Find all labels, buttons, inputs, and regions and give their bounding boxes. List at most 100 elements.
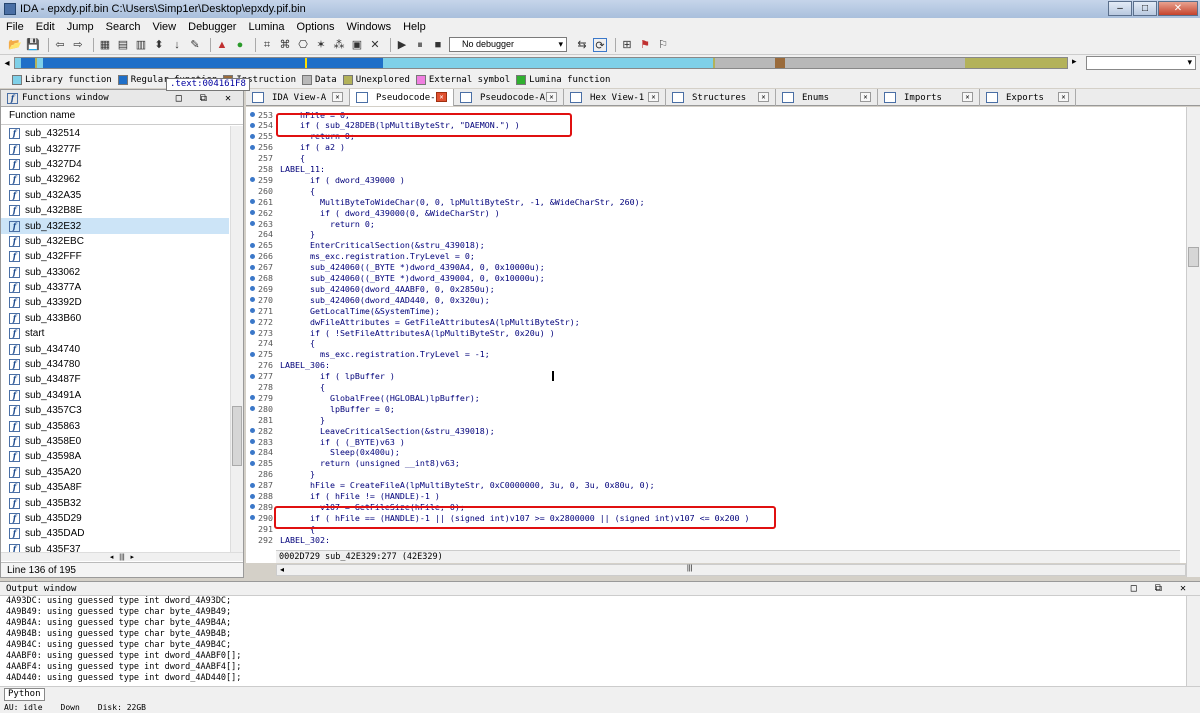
code-line[interactable]: 276 LABEL_306: [246, 360, 330, 371]
code-text[interactable]: if ( (_BYTE)v63 ) [280, 437, 405, 447]
code-text[interactable]: if ( !SetFileAttributesA(lpMultiByteStr,… [280, 328, 555, 338]
tab-close-icon[interactable]: ✕ [546, 92, 557, 102]
code-line[interactable]: 286 } [246, 469, 315, 480]
hex-icon[interactable]: ▥ [134, 38, 148, 52]
breakpoint-dot-icon[interactable] [250, 428, 255, 434]
code-text[interactable]: return (unsigned __int8)v63; [280, 458, 460, 468]
function-list-item[interactable]: f sub_435A8F [1, 480, 229, 495]
breakpoint-dot-icon[interactable] [250, 112, 255, 117]
code-text[interactable]: { [280, 153, 305, 163]
code-line[interactable]: 263 return 0; [246, 218, 375, 229]
code-line[interactable]: 285 return (unsigned __int8)v63; [246, 458, 460, 469]
function-list-item[interactable]: f sub_435863 [1, 418, 229, 433]
code-text[interactable]: GlobalFree((HGLOBAL)lpBuffer); [280, 393, 480, 403]
close-button[interactable]: ✕ [1158, 1, 1198, 16]
breakpoint-dot-icon[interactable] [250, 308, 255, 314]
code-line[interactable]: 260 { [246, 185, 315, 196]
tab-close-icon[interactable]: ✕ [436, 92, 447, 102]
code-text[interactable]: LABEL_302: [280, 535, 330, 545]
play-icon[interactable]: ▶ [395, 38, 409, 52]
save-icon[interactable]: 💾 [26, 38, 40, 52]
tab-structures[interactable]: Structures ✕ [666, 89, 776, 106]
function-list-scrollbar[interactable] [230, 126, 243, 556]
pseudocode-view[interactable]: 253 hFile = 0; 254 if ( sub_428DEB(lpMult… [246, 107, 1186, 563]
menu-windows[interactable]: Windows [346, 21, 391, 33]
function-list-item[interactable]: f sub_432962 [1, 172, 229, 187]
navigation-strip[interactable] [14, 57, 1068, 69]
code-text[interactable]: if ( a2 ) [280, 142, 345, 152]
code-text[interactable]: if ( lpBuffer ) [280, 371, 395, 381]
nav-right-icon[interactable]: ▸ [1072, 56, 1082, 67]
menu-file[interactable]: File [6, 21, 24, 33]
code-text[interactable]: ms_exc.registration.TryLevel = 0; [280, 251, 475, 261]
code-line[interactable]: 256 if ( a2 ) [246, 142, 345, 153]
function-list-item[interactable]: f sub_434780 [1, 357, 229, 372]
star-icon[interactable]: ✶ [314, 38, 328, 52]
flag-icon[interactable]: ⚐ [656, 38, 670, 52]
function-list-item[interactable]: f sub_434740 [1, 341, 229, 356]
breakpoint-dot-icon[interactable] [250, 351, 255, 357]
code-text[interactable]: lpBuffer = 0; [280, 404, 395, 414]
code-text[interactable]: { [280, 382, 325, 392]
breakpoint-dot-icon[interactable] [250, 482, 255, 488]
stop-icon[interactable]: ■ [431, 38, 445, 52]
code-text[interactable]: } [280, 415, 325, 425]
function-list-item[interactable]: f start [1, 326, 229, 341]
mark-icon[interactable]: ✎ [188, 38, 202, 52]
code-text[interactable]: LABEL_11: [280, 164, 325, 174]
code-line[interactable]: 279 GlobalFree((HGLOBAL)lpBuffer); [246, 392, 480, 403]
code-text[interactable]: MultiByteToWideChar(0, 0, lpMultiByteStr… [280, 197, 645, 207]
breakpoint-dot-icon[interactable] [250, 297, 255, 303]
code-line[interactable]: 282 LeaveCriticalSection(&stru_439018); [246, 425, 495, 436]
code-line[interactable]: 265 EnterCriticalSection(&stru_439018); [246, 240, 485, 251]
function-list-item[interactable]: f sub_43491A [1, 388, 229, 403]
tab-imports[interactable]: Imports ✕ [878, 89, 980, 106]
code-line[interactable]: 258 LABEL_11: [246, 164, 325, 175]
debugger-select[interactable]: No debugger [449, 37, 567, 52]
tab-close-icon[interactable]: ✕ [962, 92, 973, 102]
function-list-item[interactable]: f sub_435D29 [1, 511, 229, 526]
tab-close-icon[interactable]: ✕ [860, 92, 871, 102]
breakpoint-dot-icon[interactable] [250, 504, 255, 510]
code-line[interactable]: 269 sub_424060(dword_4AABF0, 0, 0x2850u)… [246, 283, 495, 294]
tab-hex-view-1[interactable]: Hex View-1 ✕ [564, 89, 666, 106]
function-list-item[interactable]: f sub_43487F [1, 372, 229, 387]
breakpoint-dot-icon[interactable] [250, 264, 255, 270]
jump-icon[interactable]: ⬍ [152, 38, 166, 52]
function-list-item[interactable]: f sub_4327D4 [1, 157, 229, 172]
function-list-item[interactable]: f sub_432FFF [1, 249, 229, 264]
step-icon[interactable]: ⇆ [575, 38, 589, 52]
code-line[interactable]: 275 ms_exc.registration.TryLevel = -1; [246, 349, 490, 360]
code-line[interactable]: 270 sub_424060(dword_4AD440, 0, 0x320u); [246, 294, 490, 305]
code-text[interactable]: LeaveCriticalSection(&stru_439018); [280, 426, 495, 436]
forward-arrow-icon[interactable]: ⇨ [71, 38, 85, 52]
code-line[interactable]: 283 if ( (_BYTE)v63 ) [246, 436, 405, 447]
code-text[interactable]: GetLocalTime(&SystemTime); [280, 306, 440, 316]
code-line[interactable]: 278 { [246, 382, 325, 393]
breakpoint-dot-icon[interactable] [250, 439, 255, 444]
function-list-item[interactable]: f sub_435B32 [1, 495, 229, 510]
code-line[interactable]: 274 { [246, 338, 315, 349]
function-list-item[interactable]: f sub_432E32 [1, 218, 229, 234]
code-text[interactable]: { [280, 186, 315, 196]
function-list-item[interactable]: f sub_43377A [1, 280, 229, 295]
function-list-item[interactable]: f sub_4358E0 [1, 434, 229, 449]
function-list-item[interactable]: f sub_43392D [1, 295, 229, 310]
tab-pseudocode-b[interactable]: Pseudocode-B ✕ [350, 89, 454, 106]
tab-close-icon[interactable]: ✕ [1058, 92, 1069, 102]
breakpoint-dot-icon[interactable] [250, 242, 255, 248]
back-arrow-icon[interactable]: ⇦ [53, 38, 67, 52]
code-text[interactable]: sub_424060(dword_4AABF0, 0, 0x2850u); [280, 284, 495, 294]
breakpoint-dot-icon[interactable] [250, 177, 255, 183]
binary-icon[interactable]: ▦ [98, 38, 112, 52]
menu-edit[interactable]: Edit [36, 21, 55, 33]
stack-icon[interactable]: ▣ [350, 38, 364, 52]
function-list-item[interactable]: f sub_43277F [1, 141, 229, 156]
code-icon[interactable]: ⌗ [260, 38, 274, 52]
pause-icon[interactable]: ⏸ [413, 38, 427, 52]
nav-left-icon[interactable]: ◂ [0, 58, 14, 69]
tab-close-icon[interactable]: ✕ [758, 92, 769, 102]
menu-help[interactable]: Help [403, 21, 426, 33]
code-line[interactable]: 273 if ( !SetFileAttributesA(lpMultiByte… [246, 327, 555, 338]
tab-ida-view-a[interactable]: IDA View-A ✕ [246, 89, 350, 106]
